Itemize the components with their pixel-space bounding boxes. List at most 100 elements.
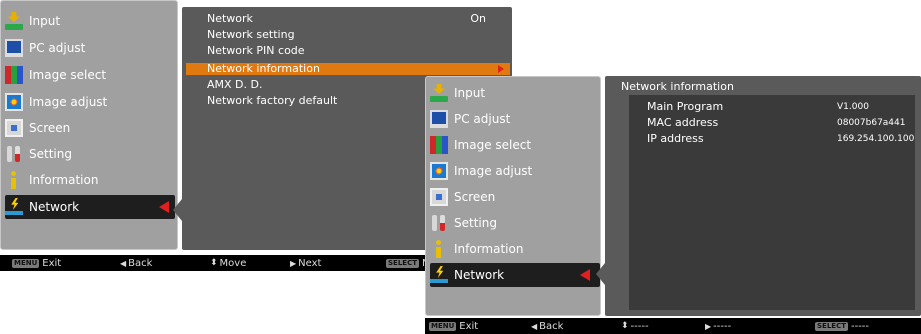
image-adjust-icon	[430, 162, 448, 180]
submenu-notch	[173, 199, 182, 221]
sidebar-item-network[interactable]: Network	[5, 195, 175, 219]
exit-hint: MENU Exit	[12, 258, 61, 269]
sidebar-item-label: Setting	[29, 147, 72, 161]
sidebar-item-label: Image select	[454, 138, 532, 152]
left-sidebar: Input PC adjust Image select Image adjus…	[0, 0, 178, 250]
back-label: Back	[128, 257, 153, 269]
sidebar-item-input[interactable]: Input	[430, 81, 600, 105]
submenu-item-network-setting[interactable]: Network setting	[186, 29, 510, 41]
sidebar-item-label: Image select	[29, 68, 107, 82]
network-information-panel: Network information Main Program V1.000 …	[596, 76, 921, 316]
submenu-item-label: Network information	[207, 62, 320, 75]
menu-key-icon: MENU	[12, 258, 40, 268]
sidebar-item-image-select[interactable]: Image select	[5, 63, 175, 87]
back-hint: ◀ Back	[531, 321, 563, 332]
information-icon	[5, 171, 23, 189]
up-down-arrow-icon: ⬍	[621, 321, 629, 331]
sidebar-item-label: Information	[29, 173, 99, 187]
info-panel-title: Network information	[621, 80, 734, 93]
back-hint: ◀ Back	[120, 258, 152, 269]
right-arrow-icon: ▶	[705, 321, 712, 331]
sidebar-item-label: Information	[454, 242, 524, 256]
sidebar-item-information[interactable]: Information	[430, 237, 600, 261]
left-arrow-icon: ◀	[120, 258, 127, 268]
exit-label: Exit	[42, 257, 62, 269]
setting-icon	[430, 214, 448, 232]
sidebar-item-label: Input	[454, 86, 486, 100]
info-panel-body: Main Program V1.000 MAC address 08007b67…	[629, 95, 915, 310]
sidebar-item-label: Network	[29, 200, 80, 214]
screen-icon	[5, 119, 23, 137]
sidebar-item-image-adjust[interactable]: Image adjust	[430, 159, 600, 183]
up-down-arrow-icon: ⬍	[210, 258, 218, 268]
sidebar-item-setting[interactable]: Setting	[5, 142, 175, 166]
submenu-item-network[interactable]: Network On	[186, 13, 510, 25]
sidebar-item-label: Input	[29, 14, 61, 28]
sidebar-item-screen[interactable]: Screen	[430, 185, 600, 209]
sidebar-item-label: PC adjust	[29, 41, 86, 55]
submenu-arrow-icon	[498, 65, 504, 73]
ip-address-value: 169.254.100.100	[837, 134, 915, 144]
select-key-icon: SELECT	[386, 258, 419, 268]
move-hint: ⬍ Move	[210, 258, 246, 269]
next-label: -----	[713, 320, 732, 332]
mac-address-label: MAC address	[647, 116, 719, 129]
setting-icon	[5, 145, 23, 163]
info-panel-notch	[596, 263, 605, 285]
ip-address-label: IP address	[647, 132, 704, 145]
sidebar-item-label: Screen	[29, 121, 71, 135]
image-select-icon	[430, 136, 448, 154]
sidebar-item-input[interactable]: Input	[5, 9, 175, 33]
network-icon	[430, 266, 448, 284]
select-key-icon: SELECT	[815, 321, 848, 331]
pc-icon	[430, 110, 448, 128]
selection-pointer-icon	[159, 201, 169, 213]
image-adjust-icon	[5, 93, 23, 111]
input-icon	[5, 12, 23, 30]
submenu-item-label: Network factory default	[207, 94, 338, 107]
select-hint: SELECT -----	[815, 321, 869, 332]
move-label: Move	[219, 257, 247, 269]
input-icon	[430, 84, 448, 102]
information-icon	[430, 240, 448, 258]
image-select-icon	[5, 66, 23, 84]
right-sidebar: Input PC adjust Image select Image adjus…	[425, 76, 601, 316]
back-label: Back	[539, 320, 564, 332]
sidebar-item-pc-adjust[interactable]: PC adjust	[430, 107, 600, 131]
screen-icon	[430, 188, 448, 206]
network-status-value: On	[470, 12, 486, 25]
sidebar-item-information[interactable]: Information	[5, 168, 175, 192]
submenu-item-network-information[interactable]: Network information	[186, 63, 510, 75]
sidebar-item-label: Setting	[454, 216, 497, 230]
move-label: -----	[630, 320, 649, 332]
next-label: Next	[298, 257, 322, 269]
sidebar-item-label: Network	[454, 268, 505, 282]
submenu-item-label: Network PIN code	[207, 44, 305, 57]
exit-label: Exit	[459, 320, 479, 332]
network-icon	[5, 198, 23, 216]
menu-key-icon: MENU	[429, 321, 457, 331]
right-arrow-icon: ▶	[290, 258, 297, 268]
select-label: -----	[850, 320, 870, 332]
next-hint: ▶ Next	[290, 258, 321, 269]
sidebar-item-label: Screen	[454, 190, 496, 204]
mac-address-value: 08007b67a441	[837, 118, 906, 128]
sidebar-item-setting[interactable]: Setting	[430, 211, 600, 235]
main-program-value: V1.000	[837, 102, 869, 112]
exit-hint: MENU Exit	[429, 321, 478, 332]
pc-icon	[5, 39, 23, 57]
sidebar-item-network[interactable]: Network	[430, 263, 600, 287]
sidebar-item-screen[interactable]: Screen	[5, 116, 175, 140]
sidebar-item-pc-adjust[interactable]: PC adjust	[5, 36, 175, 60]
next-hint: ▶ -----	[705, 321, 731, 332]
submenu-item-label: Network setting	[207, 28, 295, 41]
sidebar-item-label: PC adjust	[454, 112, 511, 126]
sidebar-item-image-select[interactable]: Image select	[430, 133, 600, 157]
move-hint: ⬍ -----	[621, 321, 649, 332]
sidebar-item-label: Image adjust	[454, 164, 533, 178]
submenu-item-label: AMX D. D.	[207, 78, 263, 91]
sidebar-item-image-adjust[interactable]: Image adjust	[5, 90, 175, 114]
left-arrow-icon: ◀	[531, 321, 538, 331]
submenu-item-network-pin-code[interactable]: Network PIN code	[186, 45, 510, 57]
sidebar-item-label: Image adjust	[29, 95, 108, 109]
